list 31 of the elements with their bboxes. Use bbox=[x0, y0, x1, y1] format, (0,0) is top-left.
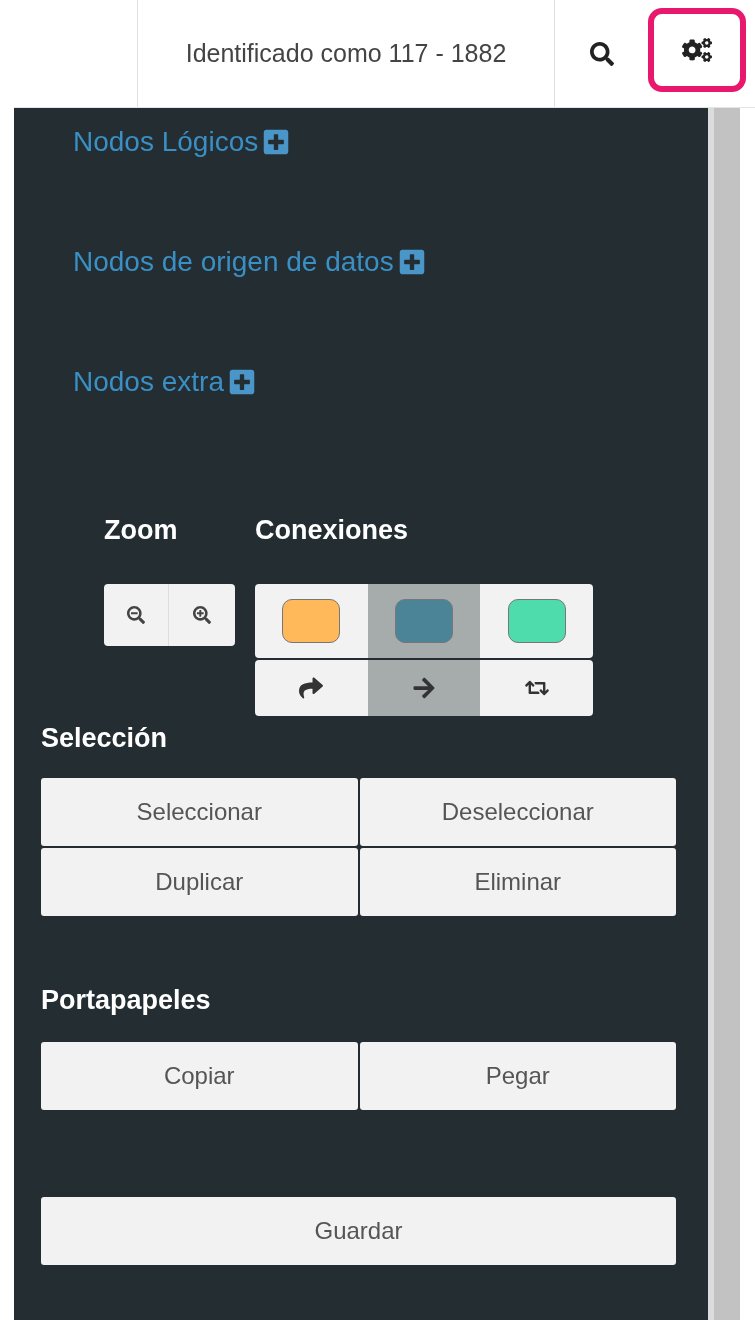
action-button[interactable]: Duplicar bbox=[41, 848, 358, 916]
section-title: Conexiones bbox=[255, 514, 410, 544]
action-button[interactable]: Eliminar bbox=[359, 848, 676, 916]
plus-icon[interactable] bbox=[397, 248, 426, 276]
zoom-in-icon bbox=[193, 606, 211, 624]
zoom-out-button[interactable] bbox=[104, 584, 169, 646]
section-title: Portapapeles bbox=[41, 984, 212, 1017]
save-button[interactable]: Guardar bbox=[41, 1197, 676, 1265]
settings-button[interactable] bbox=[648, 8, 746, 92]
section-title: Selección bbox=[41, 722, 169, 755]
action-button[interactable]: Copiar bbox=[41, 1042, 358, 1110]
connection-color-option[interactable] bbox=[255, 584, 368, 658]
action-button[interactable]: Seleccionar bbox=[41, 778, 358, 846]
search-icon bbox=[589, 41, 614, 66]
gears-icon bbox=[682, 35, 712, 65]
connection-color-option[interactable] bbox=[480, 584, 593, 658]
plus-icon[interactable] bbox=[227, 368, 256, 396]
plus-icon[interactable] bbox=[262, 128, 291, 156]
zoom-in-button[interactable] bbox=[169, 584, 235, 646]
arrow-icon bbox=[412, 676, 436, 700]
action-button[interactable]: Deseleccionar bbox=[359, 778, 676, 846]
action-button[interactable]: Pegar bbox=[359, 1042, 676, 1110]
section-title: Zoom bbox=[104, 514, 179, 544]
node-group-link[interactable]: Nodos de origen de datos bbox=[73, 241, 394, 283]
node-group-link[interactable]: Nodos extra bbox=[73, 361, 224, 403]
zoom-out-icon bbox=[127, 606, 145, 624]
connection-color-option[interactable] bbox=[367, 584, 481, 658]
node-group-link[interactable]: Nodos Lógicos bbox=[73, 121, 259, 163]
connection-style-option[interactable] bbox=[255, 660, 368, 716]
user-label: Identificado como 117 - 1882 bbox=[185, 37, 507, 69]
curved-arrow-icon bbox=[299, 676, 324, 700]
